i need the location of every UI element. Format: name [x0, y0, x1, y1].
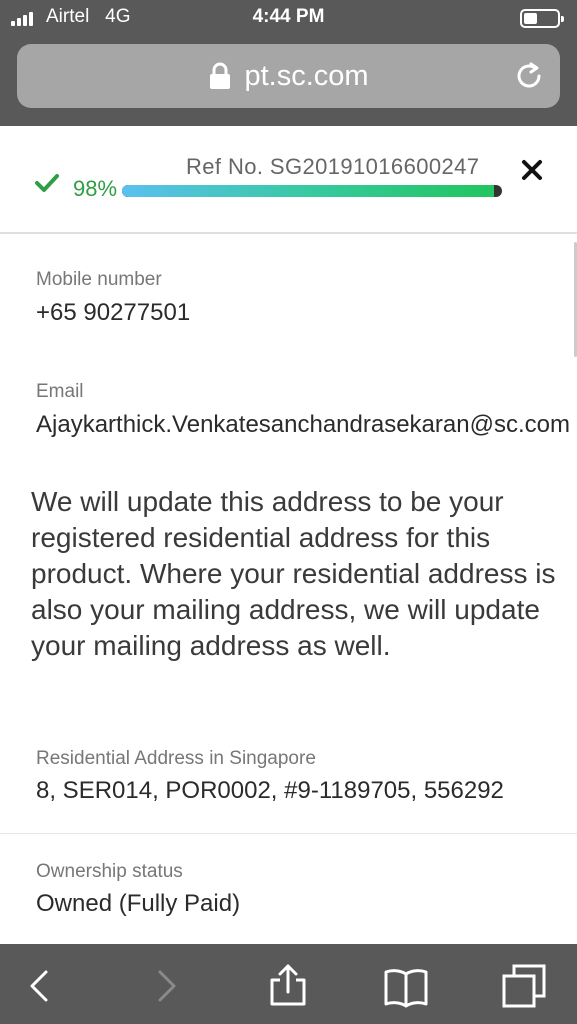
form-content[interactable]: Mobile number +65 90277501 Email Ajaykar…	[0, 236, 577, 944]
url-text: pt.sc.com	[244, 59, 369, 92]
email-label: Email	[36, 381, 84, 402]
close-button[interactable]	[518, 156, 546, 184]
ownership-value: Owned (Fully Paid)	[36, 890, 241, 917]
battery-icon	[520, 9, 564, 28]
address-notice: We will update this address to be your r…	[31, 486, 556, 661]
progress-header: Ref No. SG20191016600247 98%	[0, 126, 577, 234]
mobile-label: Mobile number	[36, 269, 162, 290]
url-bar[interactable]: pt.sc.com	[17, 44, 560, 108]
reload-icon[interactable]	[514, 60, 546, 92]
lock-icon	[208, 62, 232, 90]
ownership-label: Ownership status	[36, 861, 183, 882]
email-value: Ajaykarthick.Venkatesanchandrasekaran@sc…	[36, 411, 570, 438]
progress-bar	[122, 185, 502, 197]
checkmark-icon	[35, 174, 59, 192]
progress-percent: 98%	[73, 176, 118, 201]
reference-number: Ref No. SG20191016600247	[186, 154, 480, 179]
progress-bar-fill	[122, 185, 495, 197]
tabs-icon[interactable]	[500, 962, 548, 1010]
browser-toolbar	[0, 944, 577, 1024]
share-icon[interactable]	[264, 962, 312, 1010]
residential-address-label: Residential Address in Singapore	[36, 748, 316, 769]
mobile-value: +65 90277501	[36, 299, 191, 326]
forward-icon[interactable]	[142, 962, 190, 1010]
close-icon	[522, 160, 542, 180]
back-icon[interactable]	[16, 962, 64, 1010]
clock: 4:44 PM	[252, 6, 325, 27]
divider	[0, 833, 577, 834]
residential-address-value: 8, SER014, POR0002, #9-1189705, 556292	[36, 777, 504, 804]
status-bar: Airtel 4G 4:44 PM	[0, 0, 577, 38]
bookmarks-icon[interactable]	[382, 962, 430, 1010]
browser-chrome: Airtel 4G 4:44 PM pt.sc.com	[0, 0, 577, 126]
